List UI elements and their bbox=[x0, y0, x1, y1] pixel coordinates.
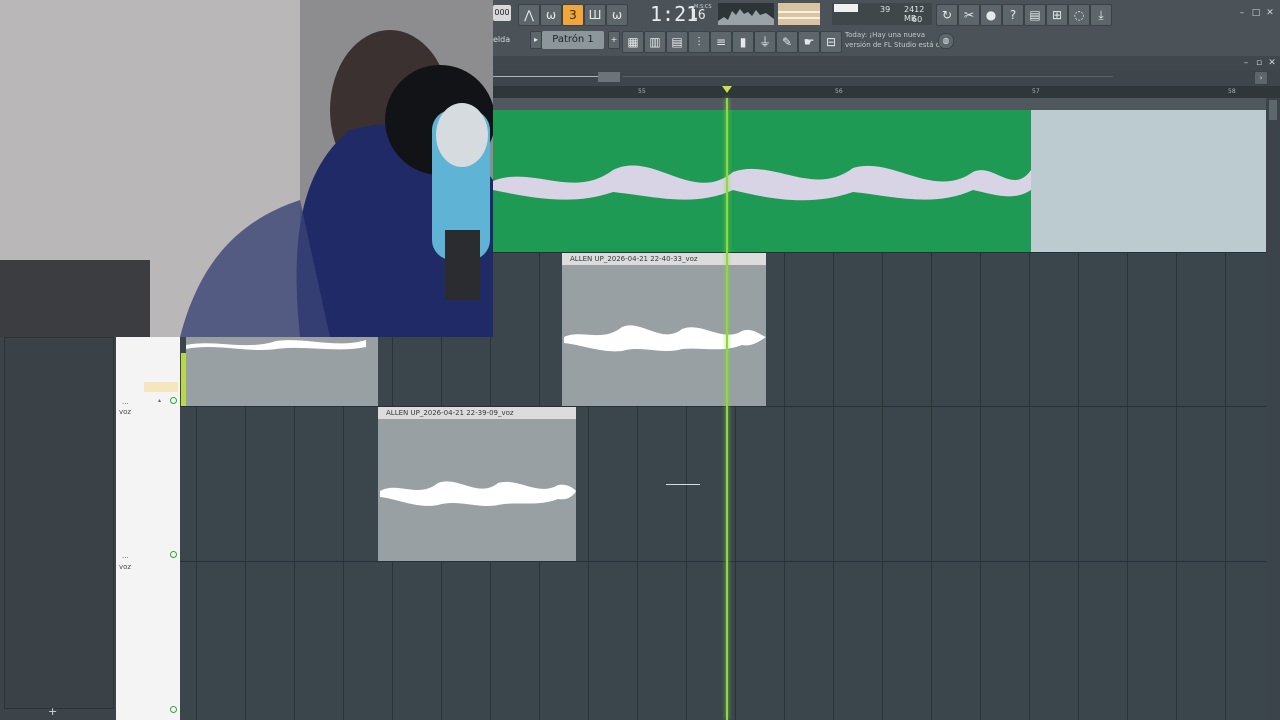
news-line-1: Today: ¡Hay una nueva bbox=[845, 31, 926, 39]
playlist-restore-icon[interactable]: ▫ bbox=[1253, 58, 1265, 68]
track-enable-icon[interactable] bbox=[170, 706, 177, 713]
ghost-clip-line bbox=[666, 484, 700, 485]
pattern-add-icon[interactable]: + bbox=[608, 31, 620, 49]
voices-value: 60 bbox=[912, 15, 923, 24]
track-headers bbox=[116, 337, 180, 720]
wait-icon[interactable]: ω bbox=[540, 4, 562, 26]
piano-roll-icon[interactable]: ▥ bbox=[644, 31, 666, 53]
snap-label[interactable]: elda bbox=[493, 33, 529, 47]
webcam-overlay bbox=[0, 0, 493, 337]
master-meter bbox=[778, 3, 820, 25]
waveform bbox=[564, 325, 766, 352]
globe-icon[interactable]: ◍ bbox=[938, 33, 954, 49]
save-icon[interactable]: ▤ bbox=[1024, 4, 1046, 26]
cut-icon[interactable]: ✂ bbox=[958, 4, 980, 26]
plug-icon[interactable]: ⏚ bbox=[754, 31, 776, 53]
bar-number: 58 bbox=[1228, 88, 1236, 95]
track-dots: ... bbox=[122, 552, 129, 560]
track-dots: ... bbox=[122, 398, 129, 406]
news-panel[interactable]: Today: ¡Hay una nueva versión de FL Stud… bbox=[845, 30, 945, 52]
track-name[interactable]: voz bbox=[119, 563, 131, 571]
browser-list[interactable] bbox=[4, 337, 114, 709]
time-fraction: 16 bbox=[690, 8, 706, 23]
playlist-icon[interactable]: ▦ bbox=[622, 31, 644, 53]
clip-title: ALLEN UP_2026-04-21 22-39-09_voz bbox=[378, 407, 576, 419]
cart-icon[interactable]: ⊟ bbox=[820, 31, 842, 53]
blend-notes-icon[interactable]: Ш bbox=[584, 4, 606, 26]
track-name[interactable]: voz bbox=[119, 408, 131, 416]
bar-number: 55 bbox=[638, 88, 646, 95]
pattern-arrow-icon[interactable]: ▸ bbox=[530, 31, 542, 49]
channel-rack-icon[interactable]: ▤ bbox=[666, 31, 688, 53]
download-icon[interactable]: ⤓ bbox=[1090, 4, 1112, 26]
track-divider bbox=[180, 561, 1266, 562]
cpu-value: 39 bbox=[880, 5, 891, 14]
grid-line bbox=[1225, 253, 1226, 720]
brush-icon[interactable]: ✎ bbox=[776, 31, 798, 53]
mic-icon[interactable]: ● bbox=[980, 4, 1002, 26]
tempo-display[interactable]: 000 bbox=[493, 5, 511, 21]
chat-icon[interactable]: ◌ bbox=[1068, 4, 1090, 26]
vertical-scrollbar[interactable] bbox=[1266, 98, 1280, 720]
browser-icon[interactable]: ≡ bbox=[710, 31, 732, 53]
touch-icon[interactable]: ☛ bbox=[798, 31, 820, 53]
track-collapse-icon[interactable]: ▴ bbox=[158, 397, 161, 404]
grid-line bbox=[784, 253, 785, 720]
audio-clip[interactable]: ALLEN UP_2026-04-21 22-40-33_voz bbox=[562, 253, 766, 406]
pattern-selector[interactable]: Patrón 1 bbox=[542, 31, 604, 49]
timeline-marker-lane bbox=[493, 98, 1280, 110]
clipboard-icon[interactable]: ▮ bbox=[732, 31, 754, 53]
timeline-ruler[interactable] bbox=[493, 86, 1280, 98]
scrollbar-thumb[interactable] bbox=[1269, 100, 1277, 120]
minimize-icon[interactable]: – bbox=[1236, 8, 1248, 18]
track-enable-icon[interactable] bbox=[170, 397, 177, 404]
waveform bbox=[186, 340, 366, 350]
metronome-icon[interactable]: ⋀ bbox=[518, 4, 540, 26]
cpu-bar bbox=[834, 4, 858, 12]
mixer-icon[interactable]: ⫶ bbox=[688, 31, 710, 53]
chevron-right-icon[interactable]: › bbox=[1254, 71, 1268, 85]
audio-clip-green[interactable] bbox=[493, 110, 1266, 252]
bar-number: 57 bbox=[1032, 88, 1040, 95]
clip-title: ALLEN UP_2026-04-21 22-40-33_voz bbox=[562, 253, 766, 265]
plugin-icon[interactable]: ⊞ bbox=[1046, 4, 1068, 26]
grid-line bbox=[1127, 253, 1128, 720]
playlist-minimize-icon[interactable]: – bbox=[1240, 58, 1252, 68]
playhead[interactable] bbox=[726, 98, 728, 720]
webcam-image bbox=[0, 0, 493, 337]
waveform bbox=[493, 110, 1266, 252]
track-divider bbox=[180, 406, 1266, 407]
grid-line bbox=[1176, 253, 1177, 720]
grid-line bbox=[980, 253, 981, 720]
waveform bbox=[380, 481, 576, 506]
undo-icon[interactable]: ↻ bbox=[936, 4, 958, 26]
audio-clip[interactable]: ALLEN UP_2026-04-21 22-39-09_voz bbox=[378, 407, 576, 561]
grid-line bbox=[833, 253, 834, 720]
add-track-icon[interactable]: + bbox=[48, 706, 58, 717]
close-icon[interactable]: ✕ bbox=[1264, 8, 1276, 18]
playlist-close-icon[interactable]: ✕ bbox=[1266, 58, 1278, 68]
track-mute-solo[interactable] bbox=[144, 382, 178, 392]
track-enable-icon[interactable] bbox=[170, 551, 177, 558]
oscilloscope[interactable] bbox=[718, 3, 774, 25]
maximize-icon[interactable]: □ bbox=[1250, 8, 1262, 18]
track-level-meter bbox=[181, 353, 186, 406]
grid-line bbox=[1029, 253, 1030, 720]
overview-thumb[interactable] bbox=[598, 72, 620, 82]
oscilloscope-wave bbox=[718, 9, 774, 25]
song-position-marker[interactable] bbox=[722, 86, 732, 93]
grid-line bbox=[1078, 253, 1079, 720]
news-line-2: versión de FL Studio está d. bbox=[845, 41, 943, 49]
audio-clip[interactable] bbox=[186, 337, 378, 406]
countdown-icon[interactable]: 3 bbox=[562, 4, 584, 26]
playlist-title-strip bbox=[493, 56, 1280, 70]
grid-line bbox=[882, 253, 883, 720]
help-icon[interactable]: ? bbox=[1002, 4, 1024, 26]
grid-line bbox=[931, 253, 932, 720]
loop-record-icon[interactable]: ω bbox=[606, 4, 628, 26]
bar-number: 56 bbox=[835, 88, 843, 95]
